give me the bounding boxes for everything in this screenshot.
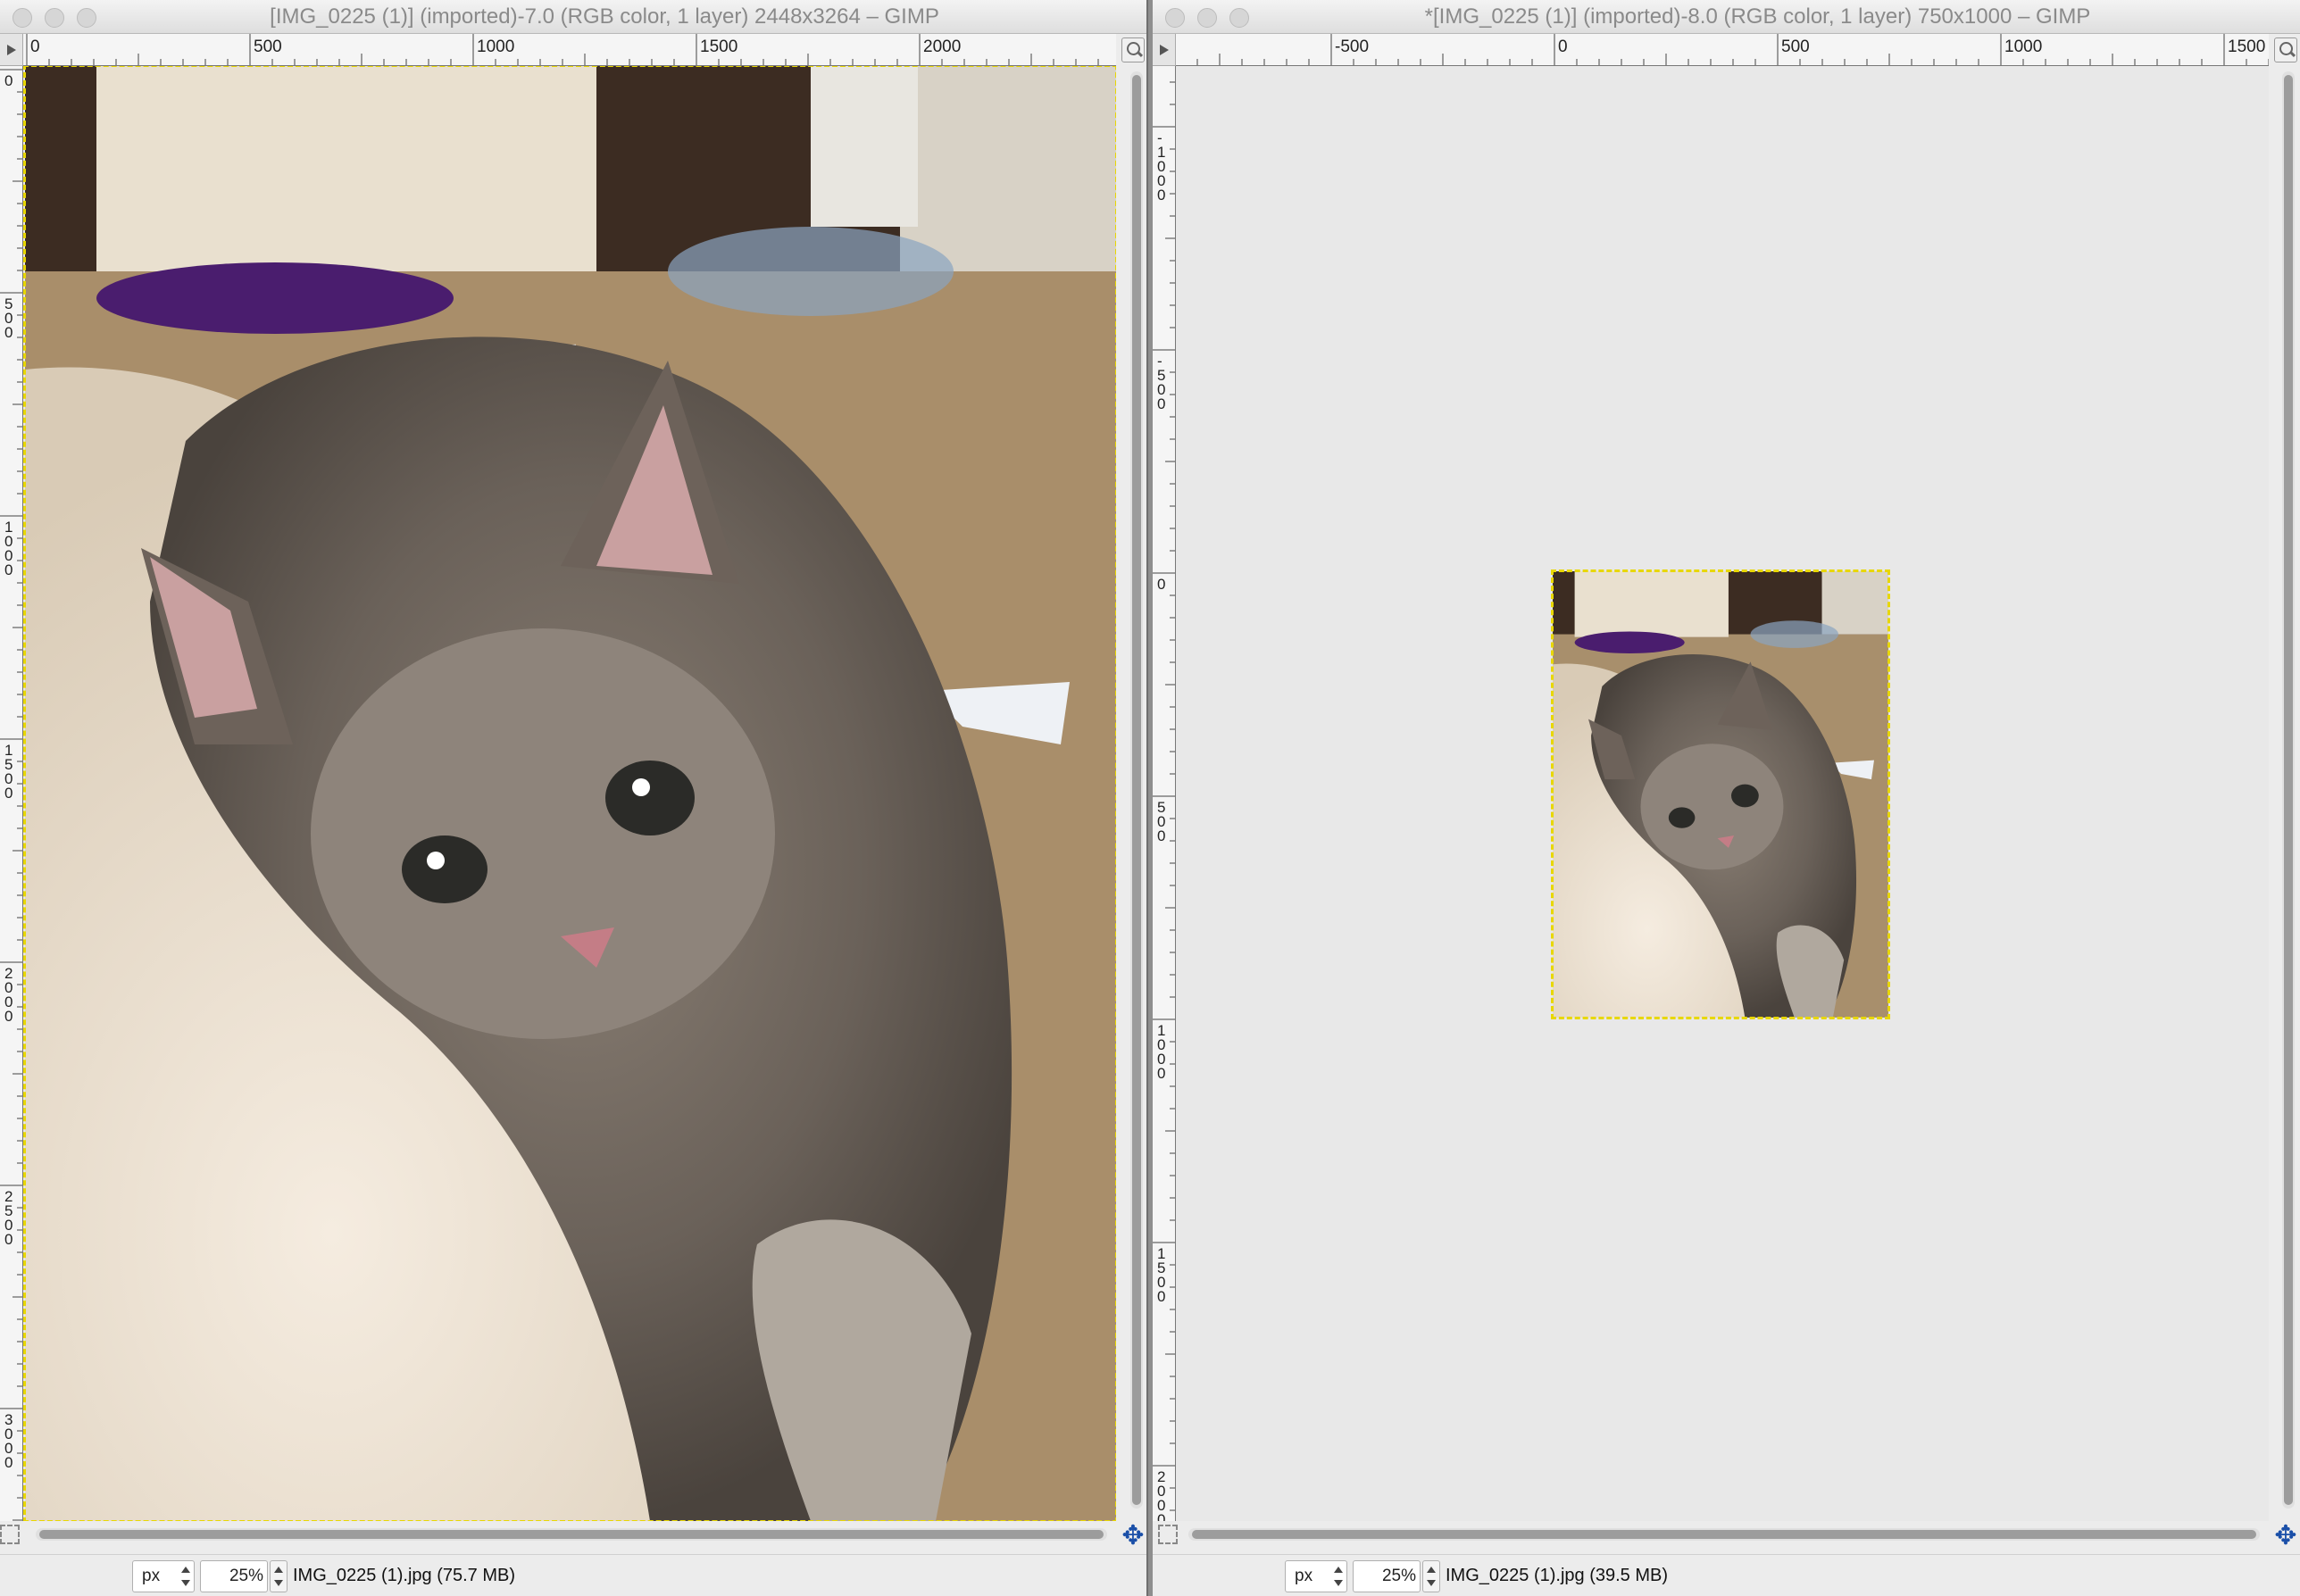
ruler-ticks: 0 5 0 0 1 0 0 0 1 5 0 0 2 0 0 0 2 5 0 0 3 0 0 0 bbox=[0, 69, 22, 1521]
horizontal-scrollbar[interactable] bbox=[1188, 1528, 2260, 1541]
zoom-window-button[interactable] bbox=[77, 8, 96, 28]
ruler-label: 0 bbox=[1558, 37, 1568, 56]
close-window-button[interactable] bbox=[1165, 8, 1185, 28]
ruler-label: 3000 bbox=[4, 1411, 12, 1471]
close-window-button[interactable] bbox=[12, 8, 32, 28]
zoom-stepper-icon[interactable] bbox=[274, 1565, 283, 1588]
vertical-ruler[interactable]: -1 0 0 0 -5 0 0 0 5 0 0 1 0 0 0 1 5 0 0 2 0 0 0 bbox=[1153, 66, 1176, 1521]
ruler-menu-icon[interactable] bbox=[1153, 34, 1176, 66]
ruler-label: 500 bbox=[1781, 37, 1810, 56]
unit-selector[interactable]: px bbox=[132, 1560, 195, 1592]
window-controls bbox=[1165, 8, 1249, 28]
ruler-ticks: -1 0 0 0 -5 0 0 0 5 0 0 1 0 0 0 1 5 0 0 2 0 0 0 bbox=[1153, 81, 1175, 1521]
zoom-window-button[interactable] bbox=[1229, 8, 1249, 28]
photo-image bbox=[1553, 571, 1888, 1018]
image-canvas[interactable] bbox=[23, 66, 1116, 1521]
zoom-input[interactable]: 25% bbox=[200, 1560, 268, 1592]
ruler-label: 0 bbox=[30, 37, 40, 56]
zoom-stepper-icon[interactable] bbox=[1427, 1565, 1436, 1588]
horizontal-scrollbar[interactable] bbox=[36, 1528, 1107, 1541]
ruler-label: 1000 bbox=[4, 519, 12, 578]
vertical-scrollbar[interactable] bbox=[2282, 71, 2295, 1509]
kitten-photo-resized[interactable] bbox=[1551, 569, 1890, 1019]
unit-dropdown-icon[interactable] bbox=[181, 1565, 190, 1588]
quick-mask-icon[interactable] bbox=[0, 1525, 20, 1544]
ruler-label: 2000 bbox=[923, 37, 961, 56]
unit-value: px bbox=[142, 1567, 161, 1585]
ruler-label: 1500 bbox=[2228, 37, 2265, 56]
ruler-menu-icon[interactable] bbox=[0, 34, 23, 66]
vertical-scrollbar[interactable] bbox=[1130, 71, 1143, 1509]
ruler-label: 0 bbox=[1157, 576, 1165, 593]
ruler-label: 1000 bbox=[2004, 37, 2042, 56]
window-title: [IMG_0225 (1)] (imported)-7.0 (RGB color… bbox=[270, 4, 939, 29]
horizontal-ruler[interactable]: -500 0 500 1000 1500 bbox=[1176, 34, 2269, 66]
zoom-stepper[interactable] bbox=[1422, 1560, 1440, 1592]
window-controls bbox=[12, 8, 96, 28]
ruler-label: -1 0 0 0 bbox=[1157, 129, 1165, 204]
navigate-icon[interactable] bbox=[2274, 37, 2297, 62]
move-icon[interactable]: ✥ bbox=[1120, 1523, 1146, 1550]
quick-mask-icon[interactable] bbox=[1158, 1525, 1178, 1544]
unit-selector[interactable]: px bbox=[1285, 1560, 1347, 1592]
unit-value: px bbox=[1295, 1567, 1313, 1585]
status-bar: px 25% IMG_0225 (1).jpg (39.5 MB) bbox=[1153, 1554, 2300, 1596]
ruler-ticks: -500 0 500 1000 1500 bbox=[1196, 34, 2269, 65]
status-bar: px 25% IMG_0225 (1).jpg (75.7 MB) bbox=[0, 1554, 1146, 1596]
ruler-label: 1500 bbox=[700, 37, 738, 56]
ruler-label: 1500 bbox=[1157, 1245, 1165, 1305]
kitten-photo[interactable] bbox=[23, 66, 1116, 1521]
ruler-label: 500 bbox=[4, 295, 12, 341]
ruler-label: -500 bbox=[1335, 37, 1369, 56]
move-icon[interactable]: ✥ bbox=[2272, 1523, 2299, 1550]
ruler-label: 2000 bbox=[4, 965, 12, 1025]
titlebar[interactable]: [IMG_0225 (1)] (imported)-7.0 (RGB color… bbox=[0, 0, 1146, 34]
file-info: IMG_0225 (1).jpg (75.7 MB) bbox=[293, 1566, 515, 1585]
vertical-ruler[interactable]: 0 500 1000 1500 2000 2500 3000 bbox=[0, 66, 23, 1521]
ruler-ticks: 0 500 1000 1500 2000 bbox=[26, 34, 1099, 65]
photo-image bbox=[25, 66, 1116, 1521]
zoom-input[interactable]: 25% bbox=[1353, 1560, 1421, 1592]
unit-dropdown-icon[interactable] bbox=[1334, 1565, 1343, 1588]
ruler-label: 2500 bbox=[4, 1188, 12, 1248]
file-info: IMG_0225 (1).jpg (39.5 MB) bbox=[1446, 1566, 1668, 1585]
ruler-label: 1000 bbox=[1157, 1022, 1165, 1082]
ruler-label: 1000 bbox=[477, 37, 514, 56]
titlebar[interactable]: *[IMG_0225 (1)] (imported)-8.0 (RGB colo… bbox=[1153, 0, 2300, 34]
horizontal-ruler[interactable]: 0 500 1000 1500 2000 bbox=[23, 34, 1116, 66]
gimp-window-left[interactable]: [IMG_0225 (1)] (imported)-7.0 (RGB color… bbox=[0, 0, 1148, 1596]
image-canvas[interactable] bbox=[1176, 66, 2269, 1521]
ruler-label: 500 bbox=[254, 37, 282, 56]
navigate-icon[interactable] bbox=[1121, 37, 1145, 62]
zoom-stepper[interactable] bbox=[270, 1560, 288, 1592]
ruler-label: 500 bbox=[1157, 799, 1165, 844]
ruler-label: 1500 bbox=[4, 742, 12, 802]
ruler-label: 0 bbox=[4, 72, 12, 89]
minimize-window-button[interactable] bbox=[45, 8, 64, 28]
ruler-label: -500 bbox=[1157, 353, 1165, 412]
gimp-window-right[interactable]: *[IMG_0225 (1)] (imported)-8.0 (RGB colo… bbox=[1153, 0, 2300, 1596]
window-title: *[IMG_0225 (1)] (imported)-8.0 (RGB colo… bbox=[1424, 4, 2091, 29]
minimize-window-button[interactable] bbox=[1197, 8, 1217, 28]
ruler-label: 2000 bbox=[1157, 1468, 1165, 1521]
